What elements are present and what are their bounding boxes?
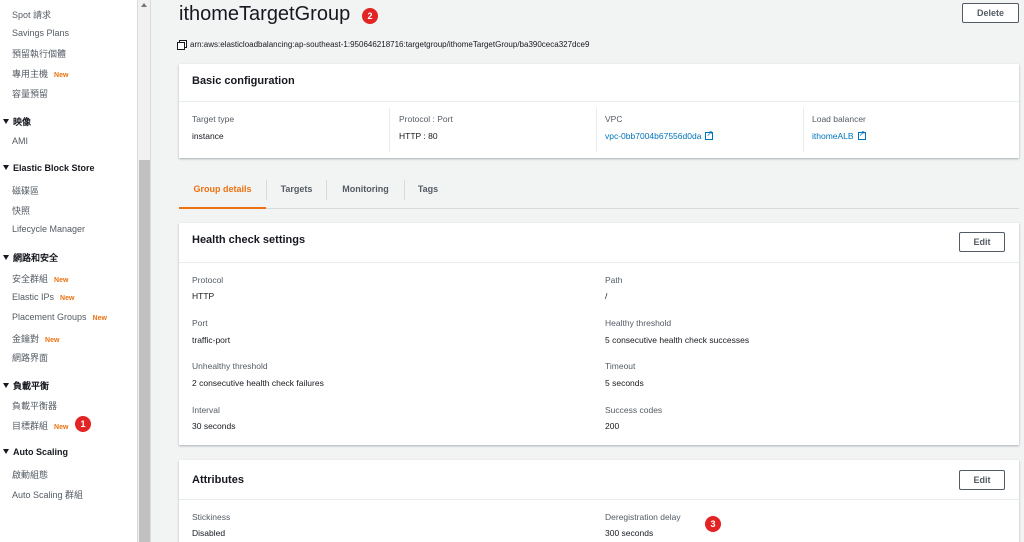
sidebar-section-auto-scaling[interactable]: Auto Scaling bbox=[3, 447, 68, 457]
hc-interval-value: 30 seconds bbox=[192, 421, 236, 431]
app-window: Spot 請求 Savings Plans 預留執行個體 專用主機 New 容量預… bbox=[0, 0, 1024, 542]
panel-title: Basic configuration bbox=[192, 75, 295, 87]
collapse-caret-icon bbox=[3, 383, 9, 388]
sidebar-item-snapshots[interactable]: 快照 bbox=[12, 204, 30, 217]
tab-group-details[interactable]: Group details bbox=[179, 177, 266, 209]
external-link-icon bbox=[705, 129, 714, 140]
hc-timeout-value: 5 seconds bbox=[605, 378, 644, 388]
deregistration-delay-label: Deregistration delay bbox=[605, 512, 681, 522]
vpc-label: VPC bbox=[605, 114, 623, 124]
sidebar-item-dedicated-hosts[interactable]: 專用主機 New bbox=[12, 67, 68, 80]
sidebar-item-placement-groups[interactable]: Placement Groups New bbox=[12, 312, 107, 322]
sidebar-section-images[interactable]: 映像 bbox=[3, 115, 31, 128]
new-badge: New bbox=[60, 295, 75, 302]
hc-healthy-threshold-label: Healthy threshold bbox=[605, 318, 672, 328]
hc-healthy-threshold-value: 5 consecutive health check successes bbox=[605, 335, 750, 345]
panel-title: Attributes bbox=[192, 474, 244, 486]
sidebar-item-target-groups[interactable]: 目標群組 New bbox=[12, 419, 68, 432]
panel-header: Attributes Edit bbox=[179, 460, 1019, 500]
hc-timeout-label: Timeout bbox=[605, 361, 636, 371]
hc-path-value: / bbox=[605, 291, 608, 301]
page-title: ithomeTargetGroup bbox=[179, 3, 351, 25]
attributes-panel: Attributes Edit Stickiness Disabled Dere… bbox=[179, 460, 1019, 542]
sidebar-section-ebs[interactable]: Elastic Block Store bbox=[3, 163, 95, 173]
sidebar-item-elastic-ips[interactable]: Elastic IPs New bbox=[12, 292, 74, 302]
sidebar-section-load-balancing[interactable]: 負載平衡 bbox=[3, 379, 49, 392]
tab-bar: Group details Targets Monitoring Tags bbox=[179, 177, 1019, 209]
hc-path-label: Path bbox=[605, 275, 623, 285]
panel-header: Basic configuration bbox=[179, 64, 1019, 102]
column-divider bbox=[596, 108, 597, 152]
hc-port-label: Port bbox=[192, 318, 208, 328]
sidebar-item-savings-plans[interactable]: Savings Plans bbox=[12, 28, 69, 38]
new-badge: New bbox=[54, 72, 69, 79]
hc-protocol-label: Protocol bbox=[192, 275, 224, 285]
scrollbar-thumb[interactable] bbox=[139, 160, 150, 542]
external-link-icon bbox=[857, 129, 866, 140]
arn-text: arn:aws:elasticloadbalancing:ap-southeas… bbox=[190, 40, 590, 49]
collapse-caret-icon bbox=[3, 165, 9, 170]
sidebar-item-capacity-reservations[interactable]: 容量預留 bbox=[12, 87, 48, 100]
collapse-caret-icon bbox=[3, 449, 9, 454]
stickiness-label: Stickiness bbox=[192, 512, 231, 522]
tab-tags[interactable]: Tags bbox=[405, 177, 451, 209]
annotation-marker-2: 2 bbox=[362, 8, 378, 24]
sidebar-item-auto-scaling-groups[interactable]: Auto Scaling 群組 bbox=[12, 488, 83, 501]
copy-icon[interactable] bbox=[177, 40, 187, 50]
scroll-up-arrow-icon[interactable] bbox=[141, 3, 147, 7]
protocol-port-label: Protocol : Port bbox=[399, 114, 453, 124]
target-type-label: Target type bbox=[192, 114, 235, 124]
arn-row: arn:aws:elasticloadbalancing:ap-southeas… bbox=[177, 40, 590, 50]
hc-protocol-value: HTTP bbox=[192, 291, 215, 301]
sidebar-item-spot-requests[interactable]: Spot 請求 bbox=[12, 8, 51, 21]
health-check-settings-panel: Health check settings Edit Protocol HTTP… bbox=[179, 223, 1019, 445]
collapse-caret-icon bbox=[3, 255, 9, 260]
new-badge: New bbox=[54, 424, 69, 431]
load-balancer-label: Load balancer bbox=[812, 114, 866, 124]
load-balancer-link[interactable]: ithomeALB bbox=[812, 129, 866, 141]
new-badge: New bbox=[45, 337, 60, 344]
sidebar-item-ami[interactable]: AMI bbox=[12, 136, 28, 146]
new-badge: New bbox=[92, 315, 107, 322]
sidebar-item-load-balancers[interactable]: 負載平衡器 bbox=[12, 399, 57, 412]
annotation-marker-1: 1 bbox=[75, 416, 91, 432]
hc-unhealthy-threshold-value: 2 consecutive health check failures bbox=[192, 378, 324, 388]
tab-monitoring[interactable]: Monitoring bbox=[327, 177, 404, 209]
edit-attributes-button[interactable]: Edit bbox=[959, 470, 1005, 490]
hc-unhealthy-threshold-label: Unhealthy threshold bbox=[192, 361, 268, 371]
sidebar-scrollbar[interactable] bbox=[138, 0, 151, 542]
basic-configuration-panel: Basic configuration Target type instance… bbox=[179, 64, 1019, 158]
vpc-link[interactable]: vpc-0bb7004b67556d0da bbox=[605, 129, 714, 141]
column-divider bbox=[803, 108, 804, 152]
edit-health-check-button[interactable]: Edit bbox=[959, 232, 1005, 252]
column-divider bbox=[389, 108, 390, 152]
new-badge: New bbox=[54, 277, 69, 284]
sidebar-item-launch-configurations[interactable]: 啟動組態 bbox=[12, 468, 48, 481]
target-type-value: instance bbox=[192, 131, 224, 141]
hc-success-codes-label: Success codes bbox=[605, 405, 663, 415]
sidebar-nav: Spot 請求 Savings Plans 預留執行個體 專用主機 New 容量預… bbox=[0, 0, 138, 542]
deregistration-delay-value: 300 seconds bbox=[605, 528, 654, 538]
sidebar-item-key-pairs[interactable]: 金鑰對 New bbox=[12, 332, 59, 345]
sidebar-item-security-groups[interactable]: 安全群組 New bbox=[12, 272, 68, 285]
sidebar-item-volumes[interactable]: 磁碟區 bbox=[12, 184, 39, 197]
panel-header: Health check settings Edit bbox=[179, 223, 1019, 263]
sidebar-item-reserved-instances[interactable]: 預留執行個體 bbox=[12, 47, 66, 60]
sidebar-section-network-security[interactable]: 網路和安全 bbox=[3, 251, 58, 264]
stickiness-value: Disabled bbox=[192, 528, 226, 538]
sidebar-item-lifecycle-manager[interactable]: Lifecycle Manager bbox=[12, 224, 85, 234]
annotation-marker-3: 3 bbox=[705, 516, 721, 532]
sidebar-item-network-interfaces[interactable]: 網路界面 bbox=[12, 351, 48, 364]
hc-port-value: traffic-port bbox=[192, 335, 231, 345]
collapse-caret-icon bbox=[3, 119, 9, 124]
delete-button[interactable]: Delete bbox=[962, 3, 1019, 23]
hc-interval-label: Interval bbox=[192, 405, 220, 415]
hc-success-codes-value: 200 bbox=[605, 421, 620, 431]
tab-targets[interactable]: Targets bbox=[267, 177, 326, 209]
panel-title: Health check settings bbox=[192, 234, 306, 246]
protocol-port-value: HTTP : 80 bbox=[399, 131, 438, 141]
